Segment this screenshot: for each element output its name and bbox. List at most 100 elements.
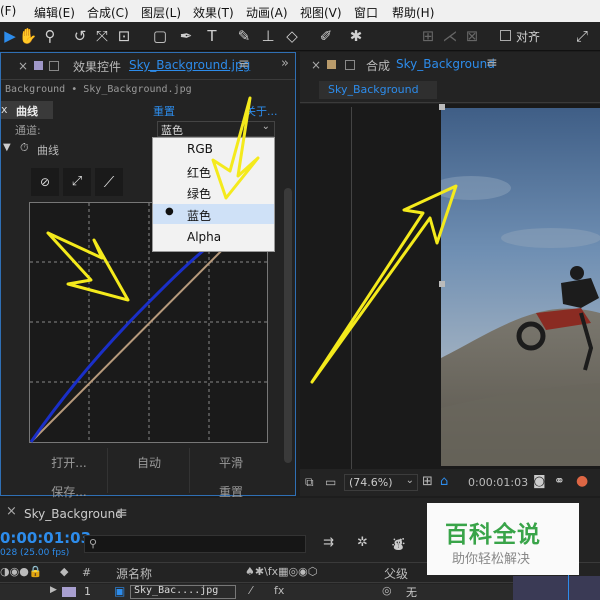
watermark-logo: 百科全说 助你轻松解决 (427, 503, 579, 575)
layer-handle[interactable] (439, 104, 445, 110)
menu-file[interactable]: (F) (0, 4, 16, 18)
eraser-tool-icon[interactable]: ◇ (282, 26, 302, 46)
layer-quality-icon[interactable]: ⁄ (250, 584, 252, 597)
snapshot-camera-icon[interactable]: ◙ (533, 474, 546, 489)
timeline-menu-icon[interactable]: ≡ (116, 505, 128, 521)
roto-brush-tool-icon[interactable]: ✐ (316, 26, 336, 46)
curve-point-tool-icon[interactable]: ⊘ (31, 168, 59, 196)
grid-guides-icon[interactable]: ⊞ (422, 474, 433, 489)
channel-option-blue[interactable]: 蓝色 (187, 207, 211, 224)
fx-toggle[interactable]: x (1, 103, 8, 116)
menu-view[interactable]: 视图(V) (300, 4, 342, 21)
effect-reset-link[interactable]: 重置 (153, 103, 175, 119)
comp-lock-icon[interactable] (345, 60, 355, 70)
selection-tool-icon[interactable]: ▶ (0, 26, 20, 46)
always-preview-icon[interactable]: ⧉ (305, 475, 314, 490)
comp-mini-flowchart-icon[interactable]: ⇉ (323, 535, 334, 550)
curve-pencil-tool-icon[interactable]: ⤢ (63, 168, 91, 196)
layer-handle[interactable] (439, 281, 445, 287)
av-switches-icons[interactable]: ◑◉●🔒 (0, 565, 43, 578)
timeline-timecode[interactable]: 0:00:01:03 (0, 529, 91, 547)
hand-tool-icon[interactable]: ✋ (18, 26, 38, 46)
panel-scrollbar[interactable] (284, 188, 292, 463)
comp-footer: ⧉ ▭ (74.6%) ⌄ ⊞ ⌂ 0:00:01:03 ◙ ⚭ ● (300, 470, 600, 496)
divider (189, 448, 190, 493)
draft-3d-icon[interactable]: ✲ (357, 535, 368, 550)
comp-footage-image[interactable] (441, 108, 600, 466)
timeline-search-input[interactable]: ⚲ (84, 535, 306, 553)
effect-controls-panel: × 效果控件 Sky_Background.jpg ≡ » Background… (0, 52, 296, 499)
pan-behind-tool-icon[interactable]: ⊡ (114, 26, 134, 46)
workspace-expand-icon[interactable]: ⤢ (572, 26, 592, 46)
mask-visibility-icon[interactable]: ⌂ (440, 474, 448, 489)
channel-select[interactable]: 蓝色 ⌄ (157, 121, 275, 137)
axis-view-icon[interactable]: ⊠ (462, 26, 482, 46)
layer-label-swatch[interactable] (62, 587, 76, 597)
menu-composition[interactable]: 合成(C) (87, 4, 129, 21)
effect-about-link[interactable]: 关于... (245, 103, 278, 119)
selected-bullet-icon: ● (165, 206, 174, 217)
chevron-down-icon: ⌄ (261, 121, 270, 132)
channel-option-red[interactable]: 红色 (187, 164, 211, 181)
menu-animation[interactable]: 动画(A) (246, 4, 288, 21)
comp-label-swatch (327, 60, 336, 69)
timeline-comp-name[interactable]: Sky_Background (24, 507, 123, 521)
panel-menu-icon[interactable]: ≡ (238, 56, 250, 72)
menu-help[interactable]: 帮助(H) (392, 4, 434, 21)
layer-switches-icons[interactable]: ♠✱\fx▦◎◉⬡ (245, 565, 317, 578)
parent-pickwhip-icon[interactable]: ◎ (382, 584, 392, 597)
channels-icon[interactable]: ● (576, 473, 588, 489)
hide-shy-layers-icon[interactable]: ⛇ (392, 535, 405, 554)
comp-tab[interactable]: Sky_Background (319, 81, 437, 99)
puppet-tool-icon[interactable]: ✱ (346, 26, 366, 46)
channel-option-alpha[interactable]: Alpha (187, 230, 221, 244)
text-tool-icon[interactable]: T (202, 26, 222, 46)
layer-twirl-icon[interactable]: ▶ (50, 585, 57, 595)
zoom-tool-icon[interactable]: ⚲ (40, 26, 60, 46)
stopwatch-icon[interactable]: ⏱ (20, 141, 29, 155)
menu-bar: (F) 编辑(E) 合成(C) 图层(L) 效果(T) 动画(A) 视图(V) … (0, 0, 600, 22)
menu-effect[interactable]: 效果(T) (193, 4, 234, 21)
divider (1, 79, 295, 80)
comp-menu-icon[interactable]: ≡ (486, 55, 498, 71)
menu-window[interactable]: 窗口 (354, 4, 378, 21)
monitor-icon[interactable]: ▭ (325, 475, 336, 489)
rectangle-tool-icon[interactable]: ▢ (150, 26, 170, 46)
snap-checkbox[interactable] (500, 30, 511, 41)
curves-open-button[interactable]: 打开... (39, 454, 99, 471)
rotate-tool-icon[interactable]: ↺ (70, 26, 90, 46)
brush-tool-icon[interactable]: ✎ (234, 26, 254, 46)
menu-layer[interactable]: 图层(L) (141, 4, 181, 21)
axis-world-icon[interactable]: ⋌ (440, 26, 460, 46)
layer-duration-bar[interactable] (513, 576, 600, 600)
channel-option-rgb[interactable]: RGB (187, 142, 213, 156)
label-column-icon[interactable]: ◆ (60, 565, 68, 578)
channel-label: 通道: (15, 124, 41, 137)
zoom-select[interactable]: (74.6%) ⌄ (344, 474, 418, 491)
comp-close-button[interactable]: × (311, 58, 321, 72)
show-snapshot-icon[interactable]: ⚭ (554, 474, 565, 489)
panel-close-button[interactable]: × (18, 59, 28, 73)
panel-file-name[interactable]: Sky_Background.jpg (129, 58, 250, 72)
twirl-down-icon[interactable]: ▼ (3, 142, 11, 153)
layer-name-field[interactable]: Sky_Bac....jpg (130, 585, 236, 599)
menu-edit[interactable]: 编辑(E) (34, 4, 75, 21)
panel-overflow-icon[interactable]: » (281, 56, 289, 71)
comp-title-name[interactable]: Sky_Background (396, 57, 495, 71)
camera-tool-icon[interactable]: ⤧ (92, 26, 112, 46)
curve-diagonal-tool-icon[interactable]: ⟋ (95, 168, 123, 196)
timeline-close-button[interactable]: × (6, 504, 17, 519)
timeline-fps: 028 (25.00 fps) (0, 548, 70, 558)
channel-option-green[interactable]: 绿色 (187, 185, 211, 202)
curves-smooth-button[interactable]: 平滑 (201, 454, 261, 471)
comp-timecode[interactable]: 0:00:01:03 (468, 476, 528, 489)
curves-auto-button[interactable]: 自动 (119, 454, 179, 471)
timeline-layer-row[interactable]: ▶ 1 ▣ Sky_Bac....jpg ⁄ fx ◎ 无 (0, 584, 600, 600)
axis-local-icon[interactable]: ⊞ (418, 26, 438, 46)
panel-lock-icon[interactable] (49, 61, 59, 71)
pen-tool-icon[interactable]: ✒ (176, 26, 196, 46)
comp-title-prefix: 合成 (366, 59, 391, 73)
parent-value[interactable]: 无 (406, 584, 417, 600)
clone-stamp-tool-icon[interactable]: ⊥ (258, 26, 278, 46)
layer-fx-icon[interactable]: fx (274, 584, 284, 597)
